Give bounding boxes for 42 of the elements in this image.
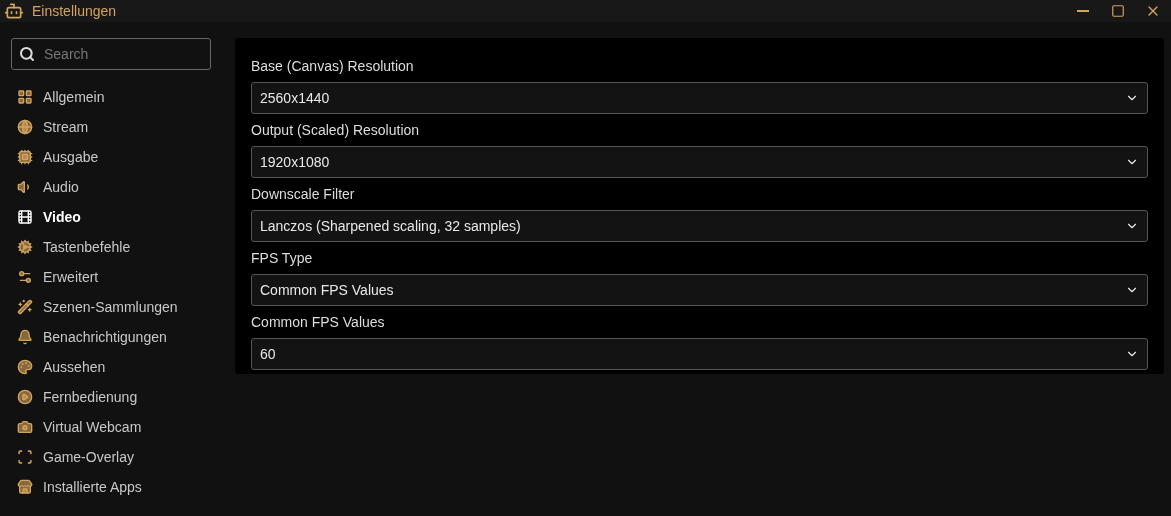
field-label: Base (Canvas) Resolution: [251, 57, 414, 76]
grid-icon: [17, 89, 33, 105]
store-icon: [17, 479, 33, 495]
sidebar-item[interactable]: Video: [11, 202, 235, 232]
sidebar-item[interactable]: Ausgabe: [11, 142, 235, 172]
dropdown[interactable]: 1920x1080: [251, 146, 1148, 178]
gear-icon: [17, 239, 33, 255]
sidebar-item[interactable]: Audio: [11, 172, 235, 202]
film-icon: [17, 209, 33, 225]
sidebar-item[interactable]: Stream: [11, 112, 235, 142]
sidebar-item[interactable]: Szenen-Sammlungen: [11, 292, 235, 322]
search-icon: [19, 46, 35, 62]
sidebar-item[interactable]: Installierte Apps: [11, 472, 235, 502]
robot-icon: [4, 1, 24, 21]
bell-icon: [17, 329, 33, 345]
dropdown[interactable]: 2560x1440: [251, 82, 1148, 114]
palette-icon: [17, 359, 33, 375]
sidebar-item[interactable]: Virtual Webcam: [11, 412, 235, 442]
field-label: Downscale Filter: [251, 185, 355, 204]
dropdown[interactable]: Common FPS Values: [251, 274, 1148, 306]
dropdown[interactable]: 60: [251, 338, 1148, 370]
sidebar-item[interactable]: Game-Overlay: [11, 442, 235, 472]
sidebar-item[interactable]: Fernbedienung: [11, 382, 235, 412]
window-title: Einstellungen: [32, 3, 118, 19]
sidebar-item[interactable]: Erweitert: [11, 262, 235, 292]
field-label: Common FPS Values: [251, 313, 385, 332]
field-label: FPS Type: [251, 249, 313, 268]
maximize-icon: [1111, 4, 1125, 18]
chip-icon: [17, 149, 33, 165]
play-icon: [17, 389, 33, 405]
wand-icon: [17, 299, 33, 315]
camera-icon: [17, 419, 33, 435]
field-label: Output (Scaled) Resolution: [251, 121, 420, 140]
globe-icon: [17, 119, 33, 135]
dropdown[interactable]: Lanczos (Sharpened scaling, 32 samples): [251, 210, 1148, 242]
expand-icon: [17, 449, 33, 465]
search-field[interactable]: Search: [11, 38, 211, 70]
sidebar-item[interactable]: Allgemein: [11, 82, 235, 112]
sidebar-item[interactable]: Tastenbefehle: [11, 232, 235, 262]
minimize-icon: [1077, 10, 1089, 12]
sidebar-item[interactable]: Aussehen: [11, 352, 235, 382]
sidebar-item[interactable]: Benachrichtigungen: [11, 322, 235, 352]
